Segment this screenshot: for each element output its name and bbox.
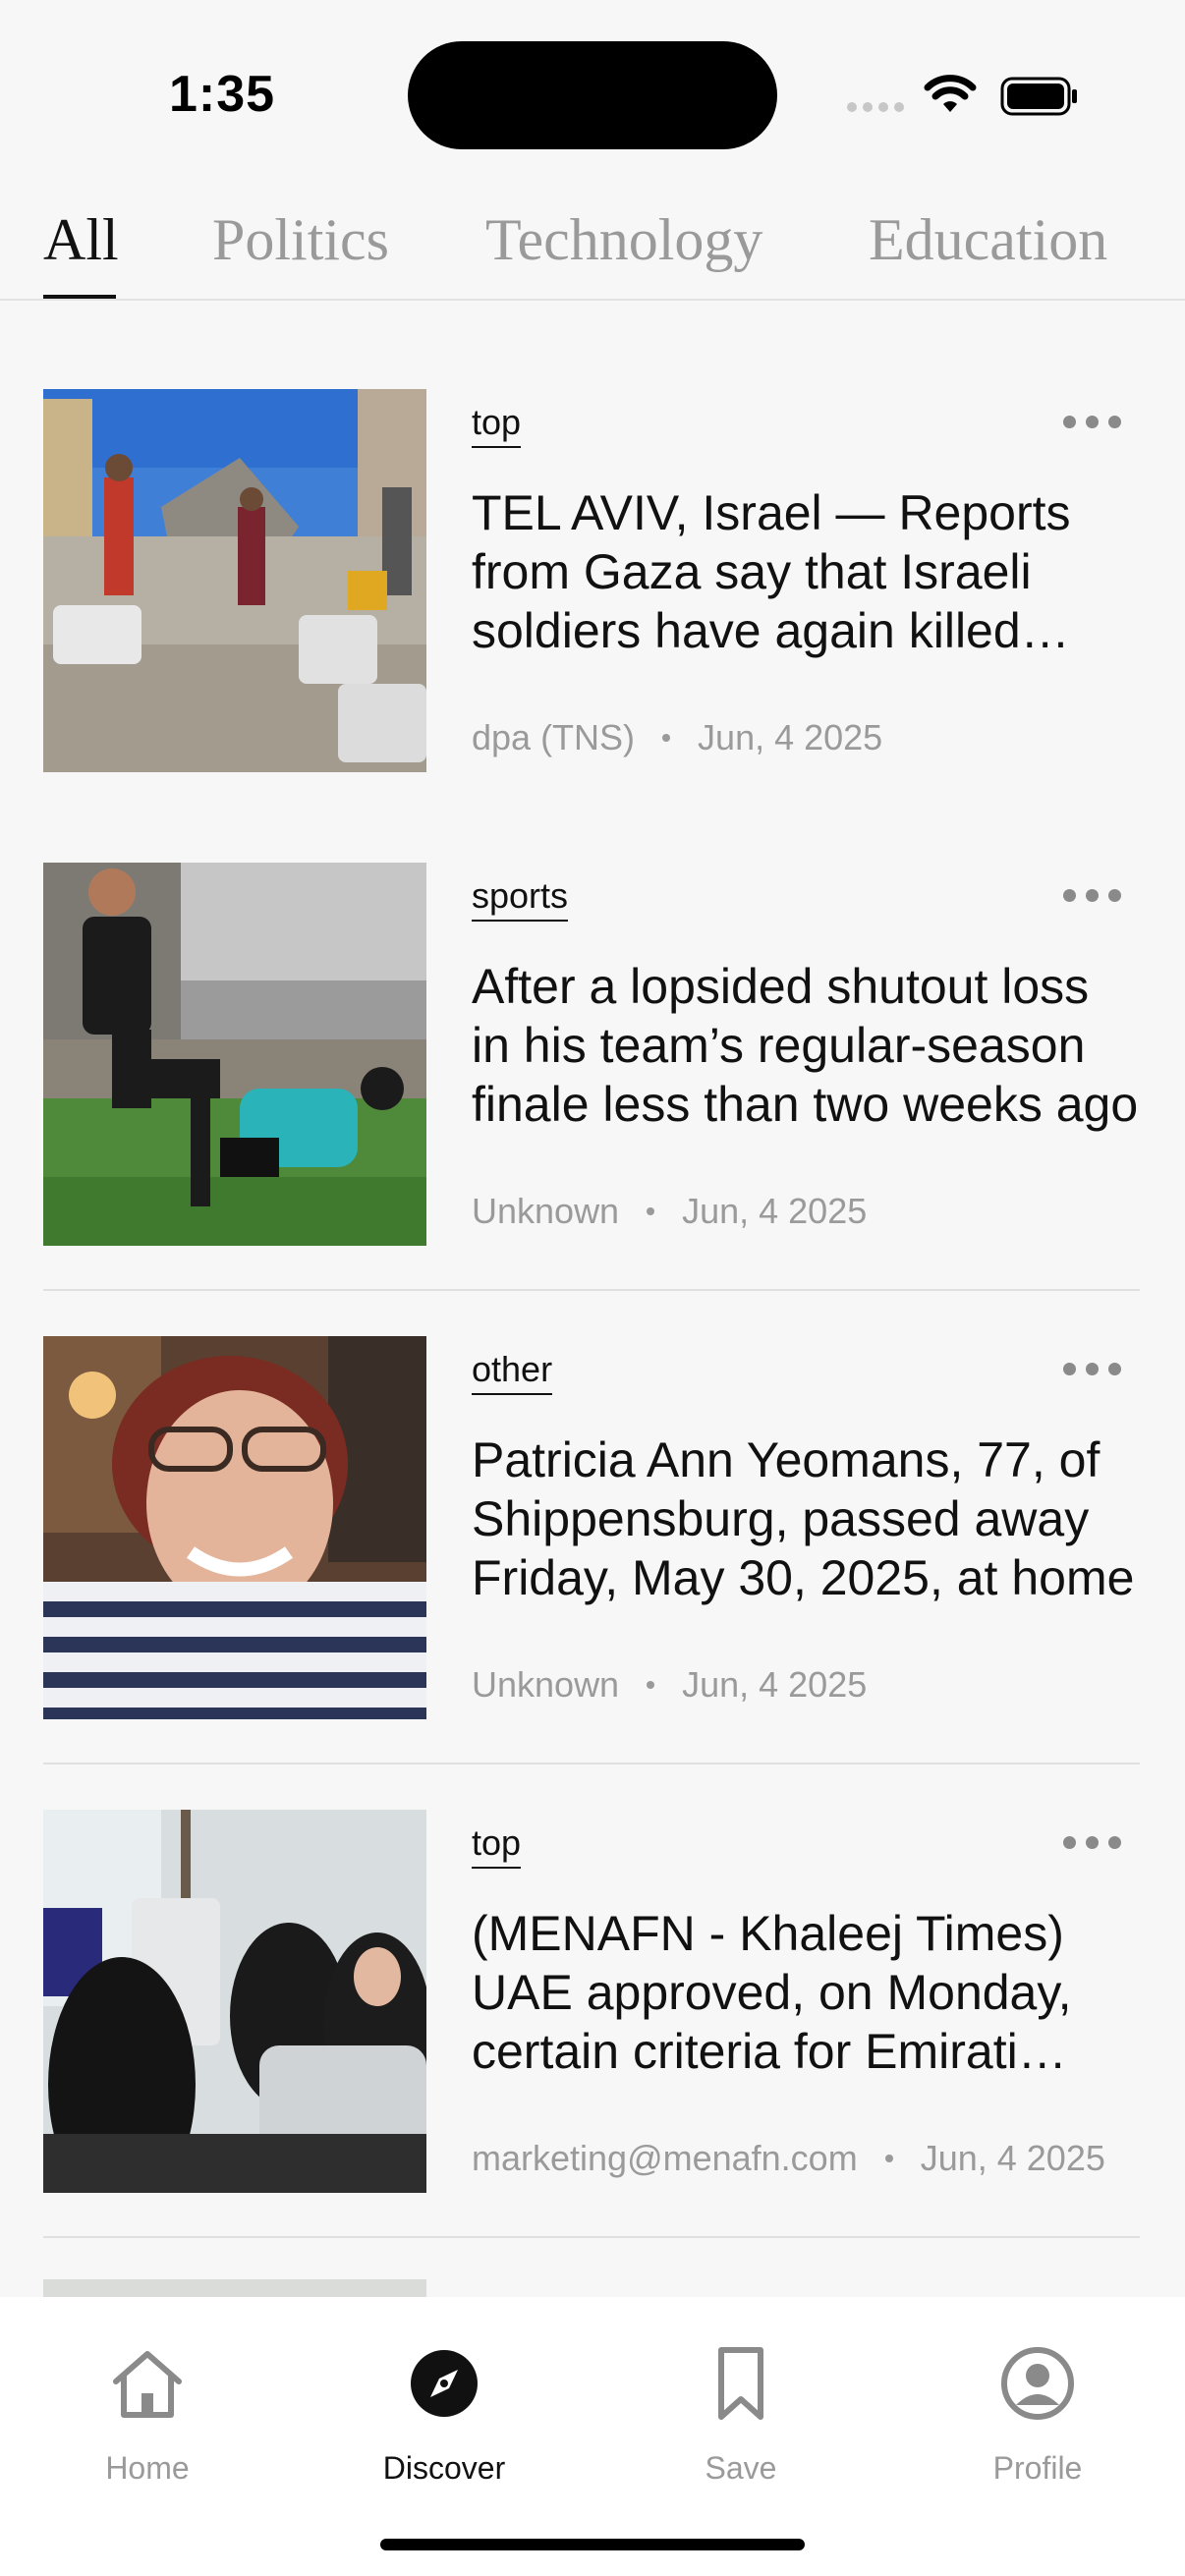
- article-source: marketing@menafn.com: [472, 2138, 858, 2178]
- status-bar: 1:35: [0, 0, 1185, 187]
- status-time: 1:35: [169, 66, 276, 123]
- divider: [43, 2236, 1140, 2238]
- article-headline[interactable]: TEL AVIV, Israel — Reports from Gaza say…: [472, 483, 1140, 660]
- article-headline[interactable]: After a lopsided shutout loss in his tea…: [472, 957, 1140, 1134]
- cellular-signal-icon: [847, 102, 904, 112]
- article-date: Jun, 4 2025: [698, 717, 883, 757]
- discover-screen: 1:35 All Politics Technology Education t…: [0, 0, 1185, 2576]
- active-tab-indicator: [43, 295, 116, 299]
- article-thumbnail[interactable]: [43, 389, 426, 772]
- article-source: dpa (TNS): [472, 717, 636, 757]
- article-thumbnail[interactable]: [43, 863, 426, 1246]
- profile-icon: [1001, 2347, 1074, 2420]
- tab-all[interactable]: All: [43, 206, 119, 274]
- home-icon: [113, 2351, 182, 2418]
- category-tabs: All Politics Technology Education: [0, 196, 1185, 301]
- article-date: Jun, 4 2025: [682, 1664, 868, 1705]
- tab-education[interactable]: Education: [869, 206, 1107, 274]
- article-headline[interactable]: (MENAFN - Khaleej Times) UAE approved, o…: [472, 1904, 1140, 2081]
- tab-technology[interactable]: Technology: [485, 206, 762, 274]
- separator-dot: [647, 1681, 655, 1689]
- more-options-icon[interactable]: [1063, 1354, 1124, 1383]
- article-card[interactable]: other Patricia Ann Yeomans, 77, of Shipp…: [43, 1248, 1140, 1719]
- article-meta: Unknown Jun, 4 2025: [472, 1191, 867, 1232]
- article-category[interactable]: sports: [472, 876, 569, 922]
- home-indicator[interactable]: [380, 2539, 805, 2550]
- separator-dot: [647, 1207, 655, 1215]
- article-date: Jun, 4 2025: [682, 1191, 868, 1231]
- bookmark-icon: [718, 2347, 763, 2420]
- nav-label: Home: [105, 2450, 190, 2486]
- article-card[interactable]: top TEL AVIV, Israel — Reports from Gaza…: [43, 301, 1140, 772]
- nav-home[interactable]: Home: [49, 2344, 246, 2492]
- news-feed[interactable]: top TEL AVIV, Israel — Reports from Gaza…: [0, 301, 1185, 2297]
- nav-discover[interactable]: Discover: [346, 2344, 542, 2492]
- more-options-icon[interactable]: [1063, 1827, 1124, 1857]
- article-meta: Unknown Jun, 4 2025: [472, 1664, 867, 1706]
- wifi-icon: [924, 75, 977, 112]
- article-headline[interactable]: Patricia Ann Yeomans, 77, of Shippensbur…: [472, 1430, 1140, 1607]
- article-source: Unknown: [472, 1191, 620, 1231]
- nav-save[interactable]: Save: [643, 2344, 839, 2492]
- nav-label: Discover: [382, 2450, 506, 2486]
- bottom-nav-bar: Home Discover Save Profile: [0, 2297, 1185, 2576]
- article-source: Unknown: [472, 1664, 620, 1705]
- more-options-icon[interactable]: [1063, 880, 1124, 910]
- article-category[interactable]: top: [472, 1823, 522, 1869]
- article-meta: marketing@menafn.com Jun, 4 2025: [472, 2138, 1105, 2179]
- separator-dot: [662, 734, 671, 742]
- more-options-icon[interactable]: [1063, 407, 1124, 436]
- article-category[interactable]: top: [472, 403, 522, 448]
- article-card[interactable]: sports After a lopsided shutout loss in …: [43, 774, 1140, 1246]
- article-card[interactable]: top (MENAFN - Khaleej Times) UAE approve…: [43, 1721, 1140, 2193]
- article-date: Jun, 4 2025: [920, 2138, 1105, 2178]
- dynamic-island: [408, 41, 777, 149]
- article-thumbnail[interactable]: [43, 1336, 426, 1719]
- article-thumbnail[interactable]: [43, 2279, 426, 2297]
- nav-profile[interactable]: Profile: [939, 2344, 1136, 2492]
- article-category[interactable]: other: [472, 1350, 553, 1395]
- battery-icon: [1000, 77, 1077, 116]
- separator-dot: [884, 2155, 893, 2162]
- article-thumbnail[interactable]: [43, 1810, 426, 2193]
- compass-icon: [411, 2350, 478, 2417]
- article-meta: dpa (TNS) Jun, 4 2025: [472, 717, 882, 758]
- nav-label: Save: [705, 2450, 777, 2486]
- tab-politics[interactable]: Politics: [212, 206, 389, 274]
- nav-label: Profile: [992, 2450, 1083, 2486]
